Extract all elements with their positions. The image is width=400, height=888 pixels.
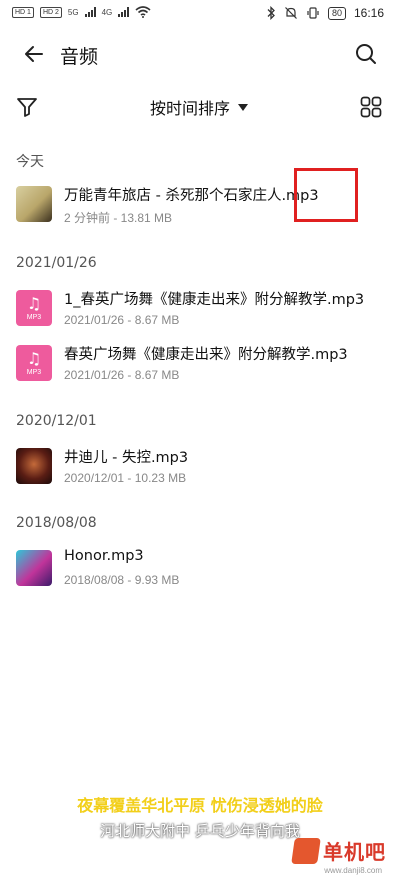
music-note-icon: ♫ xyxy=(26,348,42,368)
network-type-2: 4G xyxy=(101,7,113,17)
search-button[interactable] xyxy=(352,40,380,68)
sort-dropdown[interactable]: 按时间排序 xyxy=(150,92,249,122)
album-art-thumbnail xyxy=(16,550,52,586)
sim1-badge: HD 1 xyxy=(12,6,34,18)
list-item[interactable]: 井迪儿 - 失控.mp3 2020/12/01 - 10.23 MB xyxy=(0,440,400,496)
lyric-line-1: 夜幕覆盖华北平原 忧伤浸透她的脸 xyxy=(77,796,323,815)
list-item[interactable]: ♫ MP3 春英广场舞《健康走出来》附分解教学.mp3 2021/01/26 -… xyxy=(0,337,400,393)
mp3-tag: MP3 xyxy=(26,313,42,321)
filter-icon xyxy=(17,98,37,117)
back-arrow-icon xyxy=(25,46,43,62)
back-button[interactable] xyxy=(20,40,48,68)
list-toolbar: 按时间排序 xyxy=(0,88,400,128)
file-name: 万能青年旅店 - 杀死那个石家庄人.mp3 xyxy=(64,188,319,204)
vibrate-icon xyxy=(307,7,319,19)
album-art-thumbnail xyxy=(16,448,52,484)
search-icon xyxy=(356,44,376,64)
clock: 16:16 xyxy=(353,6,384,20)
page-title: 音频 xyxy=(60,46,99,68)
mp3-file-icon: ♫ MP3 xyxy=(16,290,52,326)
watermark-mark-icon xyxy=(291,837,321,864)
album-art-thumbnail xyxy=(16,186,52,222)
watermark-brand: 单机吧 xyxy=(323,840,386,864)
mp3-tag: MP3 xyxy=(26,368,42,376)
mp3-file-icon: ♫ MP3 xyxy=(16,345,52,381)
file-name: 春英广场舞《健康走出来》附分解教学.mp3 xyxy=(64,347,348,363)
sort-label: 按时间排序 xyxy=(150,99,231,118)
list-item[interactable]: Honor.mp3 2018/08/08 - 9.93 MB xyxy=(0,542,400,598)
section-header-date: 2021/01/26 xyxy=(16,255,97,271)
watermark-logo: 单机吧 xyxy=(291,836,386,865)
signal-icon-2 xyxy=(118,7,130,17)
status-bar: HD 1 HD 2 5G 4G 80 16:16 xyxy=(0,0,400,28)
file-name: Honor.mp3 xyxy=(64,548,144,564)
file-meta: 2021/01/26 - 8.67 MB xyxy=(64,313,180,327)
file-meta: 2020/12/01 - 10.23 MB xyxy=(64,471,187,485)
bluetooth-icon xyxy=(267,6,275,20)
file-name: 井迪儿 - 失控.mp3 xyxy=(64,450,189,466)
app-bar: 音频 xyxy=(0,30,400,78)
music-note-icon: ♫ xyxy=(26,293,42,313)
mute-bell-icon xyxy=(285,7,297,19)
annotation-highlight-box xyxy=(294,168,358,222)
grid-icon xyxy=(360,96,382,118)
network-type-1: 5G xyxy=(67,7,79,17)
watermark-site: www.danji8.com xyxy=(324,866,382,875)
caret-down-icon xyxy=(238,103,249,111)
signal-icon-1 xyxy=(84,7,96,17)
section-header-date: 2018/08/08 xyxy=(16,515,97,531)
file-name: 1_春英广场舞《健康走出来》附分解教学.mp3 xyxy=(64,292,365,308)
sim2-badge: HD 2 xyxy=(39,6,62,18)
section-header-today: 今天 xyxy=(16,154,44,170)
file-meta: 2018/08/08 - 9.93 MB xyxy=(64,573,180,587)
grid-view-button[interactable] xyxy=(358,94,384,120)
file-meta: 2021/01/26 - 8.67 MB xyxy=(64,368,180,382)
section-header-date: 2020/12/01 xyxy=(16,413,97,429)
file-meta: 2 分钟前 - 13.81 MB xyxy=(64,211,173,225)
list-item[interactable]: ♫ MP3 1_春英广场舞《健康走出来》附分解教学.mp3 2021/01/26… xyxy=(0,282,400,338)
battery-level: 80 xyxy=(327,6,346,20)
filter-button[interactable] xyxy=(14,94,40,120)
wifi-icon xyxy=(135,6,151,18)
